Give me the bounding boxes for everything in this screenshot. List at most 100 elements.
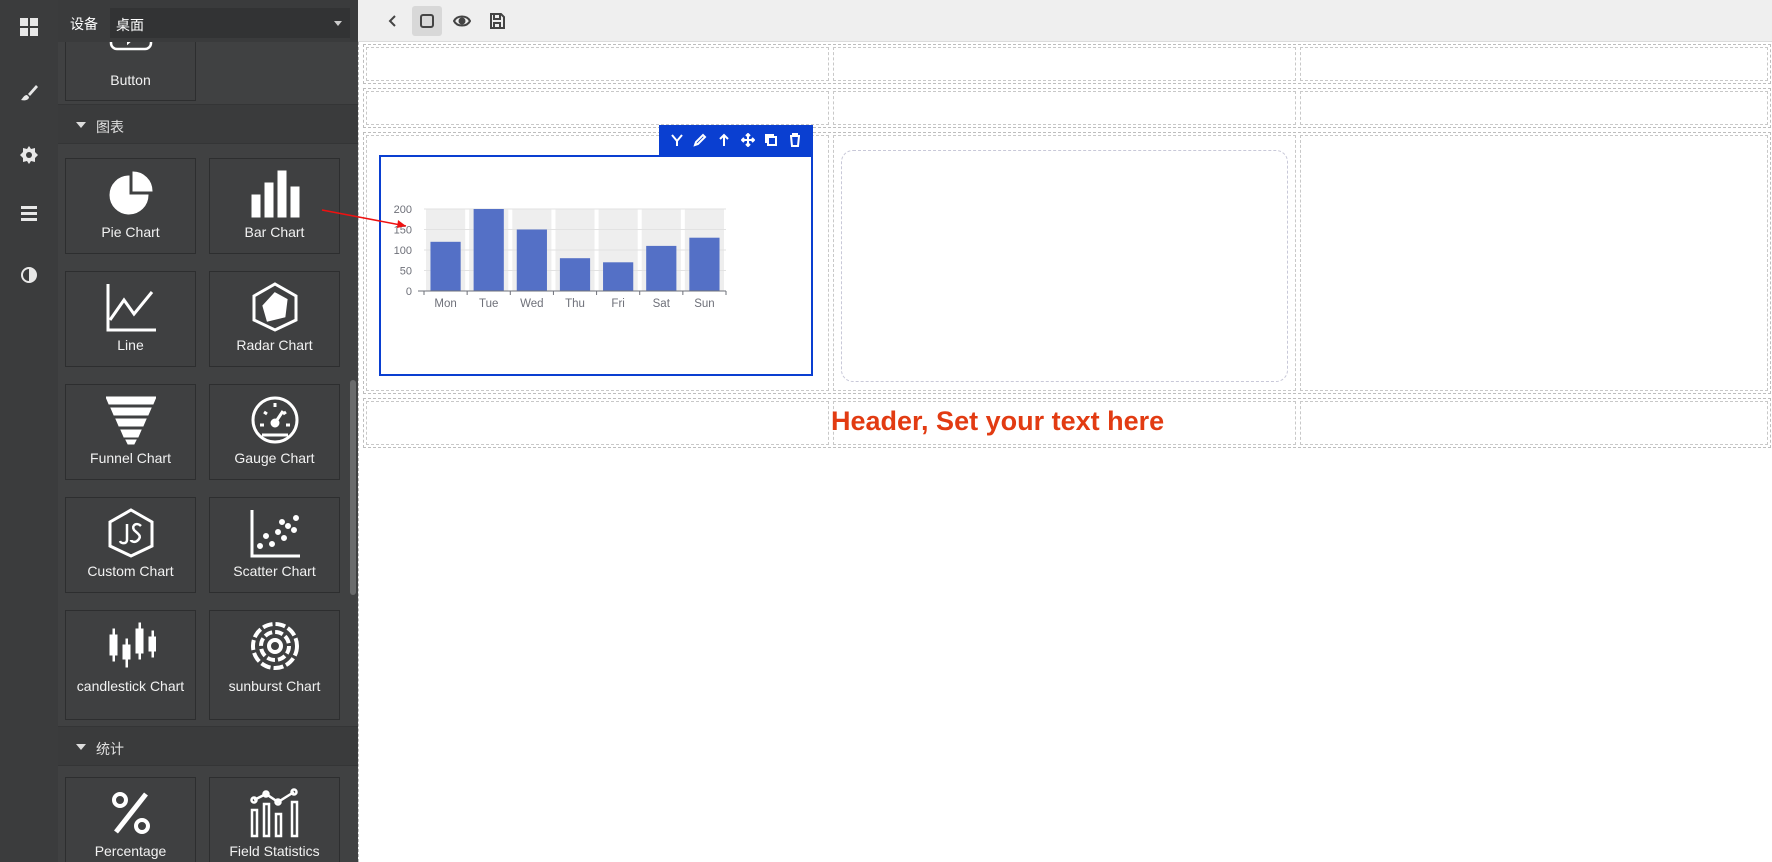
layout-row[interactable] — [363, 88, 1771, 128]
sunburst-chart-tile[interactable]: sunburst Chart — [209, 610, 340, 720]
gear-icon[interactable] — [14, 140, 44, 170]
x-tick-label: Sun — [694, 298, 714, 310]
line-chart-tile[interactable]: Line — [65, 271, 196, 367]
scatter-chart-tile[interactable]: Scatter Chart — [209, 497, 340, 593]
layout-cell[interactable] — [1300, 135, 1768, 391]
gauge-chart-tile[interactable]: Gauge Chart — [209, 384, 340, 480]
tile-label: candlestick Chart — [76, 678, 185, 694]
edit-icon[interactable] — [691, 131, 709, 149]
candlestick-chart-tile[interactable]: candlestick Chart — [65, 610, 196, 720]
layout-cell[interactable] — [366, 91, 829, 125]
caret-down-icon — [76, 122, 86, 128]
drag-arrow — [321, 209, 407, 228]
line-chart-icon — [106, 284, 156, 332]
device-bar: 设备 桌面 — [58, 0, 358, 42]
layout-cell[interactable] — [1300, 47, 1768, 81]
chart-bar — [473, 209, 504, 291]
arrow-up-icon[interactable] — [715, 131, 733, 149]
tile-label: Custom Chart — [87, 563, 174, 579]
field-statistics-icon — [250, 788, 299, 838]
gauge-chart-icon — [251, 396, 299, 444]
x-tick-label: Fri — [611, 298, 624, 310]
back-icon[interactable] — [378, 6, 408, 36]
scatter-chart-icon — [250, 510, 300, 558]
funnel-chart-icon — [106, 396, 156, 445]
panel-scrollbar[interactable] — [350, 380, 356, 595]
funnel-chart-tile[interactable]: Funnel Chart — [65, 384, 196, 480]
radar-chart-tile[interactable]: Radar Chart — [209, 271, 340, 367]
chart-bar — [689, 237, 720, 291]
radar-chart-icon — [252, 282, 298, 332]
chevron-down-icon — [334, 21, 342, 26]
tile-label: Gauge Chart — [234, 450, 315, 466]
layout-cell[interactable] — [366, 47, 829, 81]
tile-label: Field Statistics — [229, 843, 320, 859]
layout-cell[interactable] — [833, 47, 1296, 81]
copy-icon[interactable] — [762, 131, 780, 149]
icon-rail — [0, 0, 58, 862]
x-tick-label: Sat — [653, 298, 671, 310]
empty-component-placeholder[interactable] — [841, 150, 1288, 382]
tile-label: Button — [110, 72, 151, 88]
pie-chart-tile[interactable]: Pie Chart — [65, 158, 196, 254]
layout-cell[interactable] — [833, 91, 1296, 125]
tile-label: Pie Chart — [101, 224, 160, 240]
pie-chart-icon — [109, 171, 153, 215]
top-toolbar — [358, 0, 1772, 42]
y-tick-label: 0 — [406, 286, 412, 298]
percent-icon — [112, 792, 150, 834]
layout-cell[interactable] — [366, 401, 829, 445]
chart-bar — [559, 258, 591, 291]
chart-bar — [646, 245, 677, 291]
element-toolbar — [659, 125, 813, 155]
menu-icon[interactable] — [14, 198, 44, 228]
x-tick-label: Tue — [479, 298, 498, 310]
preview-icon[interactable] — [447, 6, 477, 36]
y-tick-label: 50 — [400, 266, 412, 278]
layout-cell[interactable] — [1300, 401, 1768, 445]
dashboard-icon[interactable] — [14, 12, 44, 42]
device-icon[interactable] — [412, 6, 442, 36]
tile-label: sunburst Chart — [228, 678, 321, 694]
chart-bar — [430, 241, 461, 291]
chart-bar — [516, 229, 547, 291]
move-icon[interactable] — [739, 131, 757, 149]
layout-cell[interactable] — [1300, 91, 1768, 125]
device-select-value: 桌面 — [116, 17, 144, 33]
custom-chart-tile[interactable]: Custom Chart — [65, 497, 196, 593]
bar-chart-plot: 050100150200Mon Tue Wed Thu Fri Sat Sun — [394, 204, 727, 310]
sunburst-chart-icon — [251, 622, 299, 670]
device-label: 设备 — [70, 16, 98, 32]
x-tick-label: Wed — [520, 298, 543, 310]
x-tick-label: Mon — [434, 298, 456, 310]
bar-chart-icon — [251, 170, 300, 218]
caret-down-icon — [76, 744, 86, 750]
component-panel: Button 图表 Pie Chart Bar Chart Line Radar… — [58, 0, 358, 862]
javascript-icon — [108, 508, 154, 558]
tile-label: Funnel Chart — [90, 450, 171, 466]
y-tick-label: 100 — [394, 245, 412, 257]
layout-row[interactable] — [363, 44, 1771, 84]
tile-label: Percentage — [94, 843, 167, 859]
chart-bar — [603, 262, 634, 291]
design-canvas[interactable]: 0 50 100 150 200 Mon Tue Wed Thu Fri Sat Sun Header… — [358, 42, 1772, 862]
section-statistics-header[interactable]: 统计 — [58, 726, 358, 766]
bar-chart-element[interactable]: 0 50 100 150 200 Mon Tue Wed Thu Fri Sat Sun — [379, 155, 813, 376]
section-title: 图表 — [96, 119, 124, 135]
header-text[interactable]: Header, Set your text here — [831, 406, 1164, 437]
candlestick-chart-icon — [109, 622, 156, 668]
tile-label: Line — [117, 337, 144, 353]
section-title: 统计 — [96, 741, 124, 757]
x-tick-label: Thu — [565, 298, 585, 310]
section-charts-header[interactable]: 图表 — [58, 104, 358, 144]
contrast-icon[interactable] — [14, 260, 44, 290]
tile-label: Radar Chart — [236, 337, 313, 353]
save-icon[interactable] — [482, 6, 512, 36]
brush-icon[interactable] — [14, 78, 44, 108]
delete-icon[interactable] — [786, 131, 804, 149]
merge-icon[interactable] — [668, 131, 686, 149]
field-statistics-tile[interactable]: Field Statistics — [209, 777, 340, 862]
tile-label: Scatter Chart — [233, 563, 316, 579]
percentage-tile[interactable]: Percentage — [65, 777, 196, 862]
device-select[interactable]: 桌面 — [110, 8, 350, 38]
